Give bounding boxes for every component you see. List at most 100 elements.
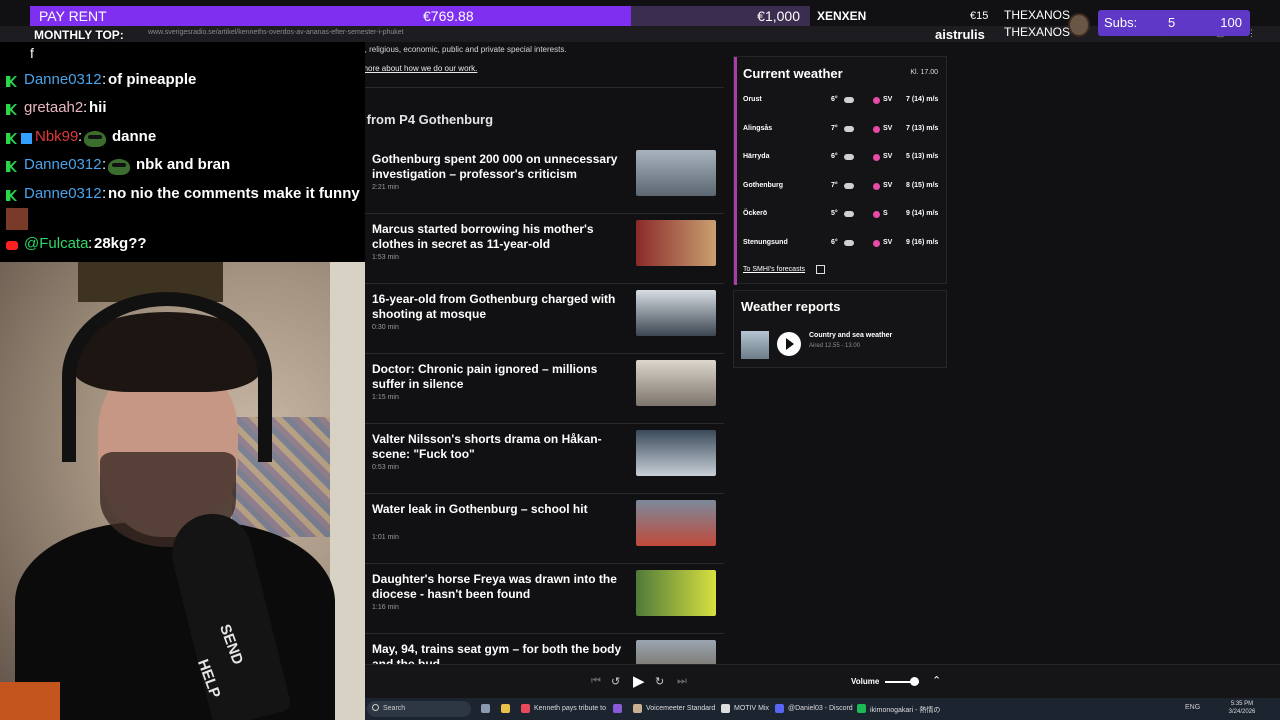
chat-text: of pineapple (108, 71, 197, 88)
chat-username[interactable]: Danne0312 (24, 71, 102, 88)
wind-speed: 5 (13) m/s (906, 153, 939, 160)
weather-row: Alingsås 7° SV 7 (13) m/s (743, 122, 941, 138)
forward-15-icon[interactable]: ↻ (655, 675, 664, 688)
article-thumbnail[interactable] (636, 500, 716, 546)
weather-city: Härryda (743, 153, 770, 160)
wind-direction: S (883, 210, 888, 217)
weather-report-thumbnail[interactable] (741, 331, 769, 359)
wind-speed: 8 (15) m/s (906, 181, 939, 189)
article-headline[interactable]: 16-year-old from Gothenburg charged with… (372, 292, 630, 322)
wind-direction: SV (883, 238, 893, 246)
taskbar-app-label: Kenneth pays tribute to (534, 705, 606, 712)
volume-slider-knob[interactable] (909, 677, 919, 686)
article-thumbnail[interactable] (636, 150, 716, 196)
weather-city: Orust (743, 96, 762, 103)
article-thumbnail[interactable] (636, 220, 716, 266)
cloud-icon (844, 97, 854, 103)
chat-message: Danne0312 : nbk and bran (0, 155, 365, 179)
article-item[interactable]: Valter Nilsson's shorts drama on Håkan-s… (332, 424, 724, 494)
chat-username[interactable]: Danne0312 (24, 156, 102, 173)
chat-separator: : (102, 156, 107, 173)
chat-message: Danne0312 : of pineapple (0, 70, 365, 94)
chat-separator: : (83, 99, 88, 116)
cloud-icon (844, 154, 854, 160)
chat-separator: : (88, 235, 93, 252)
article-item[interactable]: Daughter's horse Freya was drawn into th… (332, 564, 724, 634)
article-item[interactable]: Water leak in Gothenburg – school hit 1:0… (332, 494, 724, 564)
weather-row: Gothenburg 7° SV 8 (15) m/s (743, 179, 941, 195)
article-headline[interactable]: Doctor: Chronic pain ignored – millions … (372, 362, 630, 392)
article-item[interactable]: Gothenburg spent 200 000 on unnecessary … (332, 144, 724, 214)
pay-rent-current: €769.88 (423, 8, 474, 24)
article-thumbnail[interactable] (636, 360, 716, 406)
tray-language[interactable]: ENG (1185, 704, 1200, 711)
top-supporter-avatar (1068, 13, 1090, 37)
article-headline[interactable]: Valter Nilsson's shorts drama on Håkan-s… (372, 432, 630, 462)
article-thumbnail[interactable] (636, 570, 716, 616)
wind-speed: 9 (16) m/s (906, 238, 939, 246)
article-duration: 0:30 min (372, 324, 399, 331)
play-icon[interactable]: ▶ (633, 672, 645, 690)
skip-back-icon[interactable]: ⏮ (591, 675, 601, 688)
taskbar-search[interactable]: Search (367, 701, 471, 717)
pay-rent-goal-bar: PAY RENT €769.88 €1,000 (30, 6, 810, 26)
kick-badge-icon (6, 76, 17, 87)
weather-report-play-button[interactable] (777, 332, 801, 356)
article-headline[interactable]: Daughter's horse Freya was drawn into th… (372, 572, 630, 602)
subs-goal: 100 (1220, 15, 1242, 30)
vip-badge-icon (21, 133, 32, 144)
rewind-15-icon[interactable]: ↺ (611, 675, 620, 688)
weather-temp: 7° (831, 181, 838, 189)
article-item[interactable]: Doctor: Chronic pain ignored – millions … (332, 354, 724, 424)
search-icon (372, 704, 379, 711)
article-thumbnail[interactable] (636, 430, 716, 476)
smhi-forecast-link[interactable]: To SMHI's forecasts (743, 266, 805, 273)
subs-count: 5 (1168, 15, 1176, 30)
external-link-icon[interactable] (816, 265, 825, 274)
chat-username[interactable]: gretaah2 (24, 99, 83, 116)
taskbar-app-label: ikimonogakari - 熱情の (870, 707, 941, 714)
chat-username[interactable]: Nbk99 (35, 128, 78, 145)
weather-temp: 6° (831, 96, 838, 103)
chevron-up-icon[interactable]: ⌃ (932, 674, 941, 687)
chat-separator: : (102, 71, 107, 88)
taskbar-clock[interactable]: 5:35 PM 3/24/2026 (1227, 700, 1257, 716)
chat-message: Danne0312 : no nio the comments make it … (0, 184, 365, 208)
disclaimer-section: political, religious, economic, public a… (332, 42, 724, 88)
subs-label: Subs: (1104, 15, 1138, 30)
top-cheer-name: aistrulis (935, 27, 985, 42)
article-headline[interactable]: Marcus started borrowing his mother's cl… (372, 222, 630, 252)
webcam-feed: SEND HELP (0, 262, 365, 720)
article-list: Gothenburg spent 200 000 on unnecessary … (332, 144, 724, 686)
app-icon (775, 704, 784, 713)
article-item[interactable]: Marcus started borrowing his mother's cl… (332, 214, 724, 284)
article-headline[interactable]: Gothenburg spent 200 000 on unnecessary … (372, 152, 630, 182)
chat-emote-icon (84, 131, 106, 147)
kick-badge-icon (6, 104, 17, 115)
weather-report-aired: Aired 12.55 - 13.00 (809, 343, 861, 349)
article-thumbnail[interactable] (636, 290, 716, 336)
current-weather-card: Current weather Kl. 17.00 Orust 6° SV 7 (14… (733, 56, 947, 285)
weather-report-name[interactable]: Country and sea weather (809, 332, 892, 339)
kick-badge-icon (6, 190, 17, 201)
article-duration: 1:53 min (372, 254, 399, 261)
weather-row: Orust 6° SV 7 (14) m/s (743, 93, 941, 109)
stream-chat: f Danne0312 : of pineapple gretaah2 : hii… (0, 42, 365, 262)
cloud-icon (844, 125, 854, 132)
article-headline[interactable]: Water leak in Gothenburg – school hit (372, 502, 630, 517)
article-item[interactable]: 16-year-old from Gothenburg charged with… (332, 284, 724, 354)
weather-city: Stenungsund (743, 238, 788, 246)
weather-temp: 6° (831, 238, 838, 246)
skip-forward-icon[interactable]: ⏭ (677, 675, 687, 688)
url-text[interactable]: www.sverigesradio.se/artikel/kenneths-ov… (148, 29, 404, 36)
taskbar: Search Kenneth pays tribute to Voicemeete… (365, 698, 1280, 720)
volume-label: Volume (851, 677, 880, 686)
weather-row: Härryda 6° SV 5 (13) m/s (743, 150, 941, 166)
chat-username[interactable]: @Fulcata (24, 235, 88, 252)
chat-user-avatar (6, 208, 28, 230)
chat-message: Nbk99 : danne (0, 127, 365, 151)
kick-badge-icon (6, 133, 17, 144)
chat-username[interactable]: Danne0312 (24, 185, 102, 202)
chat-fragment-text: f (30, 45, 34, 61)
chat-text: danne (112, 128, 157, 145)
